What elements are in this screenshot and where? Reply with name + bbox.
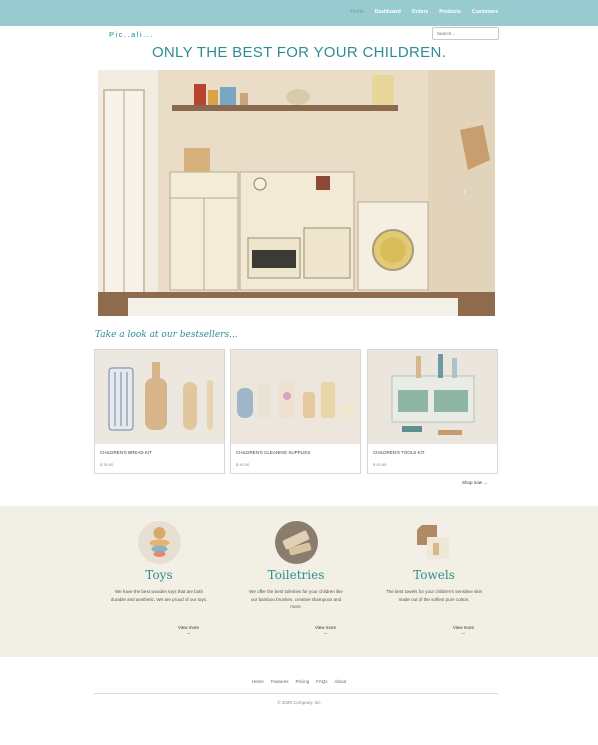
product-card-tools-kit[interactable]: CHILDREN'S TOOLS KIT $ 43.90 — [367, 349, 498, 474]
footer-link-home[interactable]: Home — [252, 679, 264, 684]
top-navbar: Home Dashboard Orders Products Customers — [0, 0, 598, 26]
category-towels: Towels The best towels for your children… — [384, 521, 484, 635]
footer-link-faqs[interactable]: FAQs — [316, 679, 327, 684]
category-description: We have the best wooden toys that are bo… — [110, 589, 208, 602]
nav-orders-link[interactable]: Orders — [412, 9, 428, 15]
footer-nav: Home Features Pricing FAQs About — [0, 679, 598, 684]
product-name: CHILDREN'S BREAD KIT — [100, 450, 152, 455]
copyright-text: © 2025 Company, Inc — [277, 700, 321, 705]
kitchen-illustration — [98, 70, 495, 316]
shop-now-link[interactable]: Shop now → — [462, 480, 488, 485]
category-image-toys — [137, 521, 181, 564]
product-price: $ 40.90 — [236, 462, 250, 467]
category-image-towels — [412, 521, 456, 564]
hero-headline: ONLY THE BEST FOR YOUR CHILDREN. — [151, 44, 447, 61]
product-name: CHILDREN'S TOOLS KIT — [373, 450, 425, 455]
footer-link-features[interactable]: Features — [271, 679, 289, 684]
category-image-toiletries — [274, 521, 318, 564]
category-description: The best towels for your children's sens… — [385, 589, 483, 602]
carousel-next-icon[interactable]: › — [463, 186, 466, 196]
footer-divider — [94, 693, 498, 694]
arrow-right-icon: → — [186, 630, 191, 635]
product-name: CHILDREN'S CLEANING SUPPLIES — [236, 450, 311, 455]
product-image-tools-kit — [368, 350, 497, 444]
category-title: Towels — [413, 568, 455, 582]
product-price: $ 35.90 — [100, 462, 114, 467]
category-title: Toys — [145, 568, 173, 582]
nav-products-link[interactable]: Products — [439, 9, 461, 15]
footer-link-pricing[interactable]: Pricing — [295, 679, 309, 684]
product-card-bread-kit[interactable]: CHILDREN'S BREAD KIT $ 35.90 — [94, 349, 225, 474]
view-more-toys-link[interactable]: View more → — [178, 625, 199, 635]
hero-image — [98, 70, 495, 316]
bestsellers-title: Take a look at our bestsellers... — [95, 330, 238, 340]
product-image-cleaning-supplies — [231, 350, 360, 444]
category-toys: Toys We have the best wooden toys that a… — [109, 521, 209, 635]
search-input[interactable] — [432, 27, 499, 40]
main-nav: Home Dashboard Orders Products Customers — [350, 9, 498, 15]
nav-dashboard-link[interactable]: Dashboard — [375, 9, 401, 15]
footer-link-about[interactable]: About — [335, 679, 347, 684]
view-more-towels-link[interactable]: View more → — [453, 625, 474, 635]
category-toiletries: Toiletries We offer the best toiletries … — [246, 521, 346, 635]
product-card-cleaning-supplies[interactable]: CHILDREN'S CLEANING SUPPLIES $ 40.90 — [230, 349, 361, 474]
category-title: Toiletries — [267, 568, 325, 582]
view-more-toiletries-link[interactable]: View more → — [315, 625, 336, 635]
category-description: We offer the best toiletries for your ch… — [249, 589, 343, 609]
brand-logo[interactable]: Pic..ali... — [109, 30, 154, 39]
arrow-right-icon: → — [323, 630, 328, 635]
product-price: $ 43.90 — [373, 462, 387, 467]
arrow-right-icon: → — [461, 630, 466, 635]
product-image-bread-kit — [95, 350, 224, 444]
nav-home-link[interactable]: Home — [350, 9, 363, 15]
nav-customers-link[interactable]: Customers — [472, 9, 498, 15]
